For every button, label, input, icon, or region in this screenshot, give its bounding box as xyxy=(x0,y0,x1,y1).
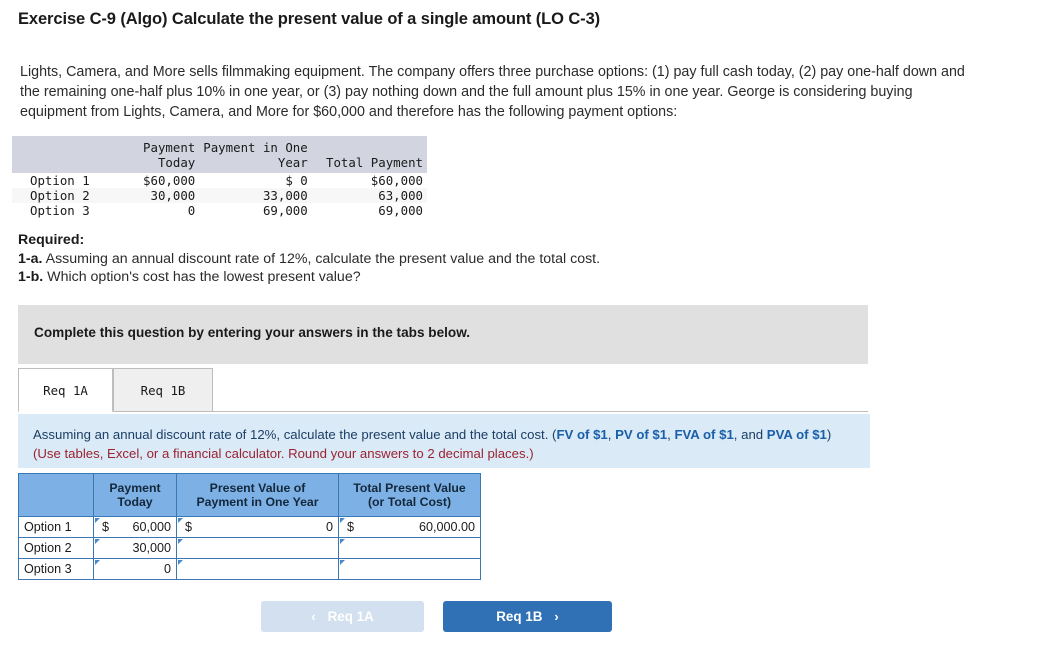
value-payment-today-1: 60,000 xyxy=(132,520,171,534)
table-row: Option 3 0 xyxy=(18,558,481,580)
answer-header-total-pv: Total Present Value (or Total Cost) xyxy=(338,473,481,517)
previous-requirement-label: Req 1A xyxy=(327,609,374,624)
currency-symbol-pv-one-year-1: $ xyxy=(185,520,193,534)
cell-total-payment-3: 69,000 xyxy=(378,203,423,218)
answer-header-corner xyxy=(18,473,94,517)
header-blank-1 xyxy=(12,136,118,155)
cell-payment-today-3: 0 xyxy=(187,203,196,218)
answer-header-payment-today: Payment Today xyxy=(93,473,177,517)
row-label-option-1: Option 1 xyxy=(30,173,90,188)
table-row: Option 1 $ 60,000 $ 0 $ 60,000.00 xyxy=(18,516,481,538)
cell-payment-one-year-2: 33,000 xyxy=(199,188,312,203)
answer-header-total-pv-line2: (or Total Cost) xyxy=(367,495,452,509)
answer-header-payment-today-line1: Payment xyxy=(109,481,161,495)
cell-total-payment-2: 63,000 xyxy=(311,188,427,203)
tab-req-1a[interactable]: Req 1A xyxy=(18,368,113,412)
table-header-row-2: Today Year Total Payment xyxy=(12,155,427,173)
header-total-payment-line1 xyxy=(311,136,427,155)
required-item-1b: 1-b. Which option's cost has the lowest … xyxy=(18,268,600,287)
page-title: Exercise C-9 (Algo) Calculate the presen… xyxy=(18,10,601,28)
required-item-1a: 1-a. Assuming an annual discount rate of… xyxy=(18,250,600,269)
cell-payment-one-year-3: 69,000 xyxy=(262,203,308,218)
prompt-lead-text: Assuming an annual discount rate of 12%,… xyxy=(33,427,557,442)
input-cell-payment-today-1[interactable]: $ 60,000 xyxy=(93,516,177,538)
answer-header-total-pv-line1: Total Present Value xyxy=(353,481,466,495)
value-pv-one-year-1: 0 xyxy=(325,520,333,534)
answer-table-header-row: Payment Today Present Value of Payment i… xyxy=(18,473,481,517)
previous-requirement-button[interactable]: ‹ Req 1A xyxy=(261,601,424,632)
answer-row-label-option-3: Option 3 xyxy=(18,558,94,580)
instruction-banner-text: Complete this question by entering your … xyxy=(34,325,471,340)
link-pv-of-1[interactable]: PV of $1 xyxy=(615,427,667,442)
question-prompt-panel: Assuming an annual discount rate of 12%,… xyxy=(18,414,870,468)
prompt-after-links: ) xyxy=(826,427,832,442)
chevron-left-icon: ‹ xyxy=(311,609,316,624)
value-payment-today-2: 30,000 xyxy=(132,541,171,555)
input-cell-pv-one-year-2[interactable] xyxy=(176,537,339,559)
required-section: Required: 1-a. Assuming an annual discou… xyxy=(18,231,600,287)
table-row: Option 2 30,000 33,000 63,000 xyxy=(12,188,427,203)
required-item-1a-tag: 1-a. xyxy=(18,250,43,267)
prompt-sep-3: , and xyxy=(733,427,767,442)
header-payment-one-year-line1: Payment in One xyxy=(199,136,312,155)
value-payment-today-3: 0 xyxy=(163,562,171,576)
link-pva-of-1[interactable]: PVA of $1 xyxy=(767,427,827,442)
required-item-1b-tag: 1-b. xyxy=(18,269,44,285)
header-payment-today-line2: Today xyxy=(117,155,200,173)
prompt-rounding-note: (Use tables, Excel, or a financial calcu… xyxy=(33,446,534,461)
link-fva-of-1[interactable]: FVA of $1 xyxy=(674,427,733,442)
answer-header-payment-today-line2: Today xyxy=(117,495,153,509)
currency-symbol-total-pv-1: $ xyxy=(347,520,355,534)
answer-row-label-option-2: Option 2 xyxy=(18,537,94,559)
input-cell-pv-one-year-3[interactable] xyxy=(176,558,339,580)
tab-req-1b-label: Req 1B xyxy=(140,382,186,398)
required-item-1b-text: Which option's cost has the lowest prese… xyxy=(43,269,361,285)
row-label-option-3: Option 3 xyxy=(30,203,90,218)
required-heading: Required: xyxy=(18,232,85,248)
input-cell-total-pv-3[interactable] xyxy=(338,558,481,580)
link-fv-of-1[interactable]: FV of $1 xyxy=(556,427,607,442)
input-cell-total-pv-2[interactable] xyxy=(338,537,481,559)
header-blank-2 xyxy=(12,155,118,173)
table-row: Option 2 30,000 xyxy=(18,537,481,559)
header-payment-one-year-line2: Year xyxy=(199,155,312,173)
header-total-payment-line2: Total Payment xyxy=(311,155,427,173)
table-row: Option 1 $60,000 $ 0 $60,000 xyxy=(12,173,427,188)
cell-payment-today-2: 30,000 xyxy=(117,188,200,203)
table-header-row-1: Payment Payment in One xyxy=(12,136,427,155)
tab-req-1b[interactable]: Req 1B xyxy=(113,368,213,412)
input-cell-total-pv-1[interactable]: $ 60,000.00 xyxy=(338,516,481,538)
input-cell-payment-today-2[interactable]: 30,000 xyxy=(93,537,177,559)
currency-symbol-payment-today-1: $ xyxy=(102,520,110,534)
answer-header-pv-one-year-line1: Present Value of xyxy=(209,481,306,495)
answer-header-pv-one-year-line2: Payment in One Year xyxy=(196,495,319,509)
prompt-sep-1: , xyxy=(607,427,616,442)
chevron-right-icon: › xyxy=(554,609,559,624)
next-requirement-button[interactable]: Req 1B › xyxy=(443,601,612,632)
cell-payment-today-1: $60,000 xyxy=(143,173,196,188)
answer-entry-table: Payment Today Present Value of Payment i… xyxy=(18,473,481,580)
input-cell-payment-today-3[interactable]: 0 xyxy=(93,558,177,580)
next-requirement-label: Req 1B xyxy=(496,609,543,624)
answer-header-pv-one-year: Present Value of Payment in One Year xyxy=(176,473,339,517)
payment-options-table: Payment Payment in One Today Year Total … xyxy=(12,136,427,218)
instruction-banner: Complete this question by entering your … xyxy=(18,305,868,364)
required-item-1a-text: Assuming an annual discount rate of 12%,… xyxy=(42,250,601,267)
exercise-intro-text: Lights, Camera, and More sells filmmakin… xyxy=(20,64,965,120)
answer-row-label-option-1: Option 1 xyxy=(18,516,94,538)
cell-payment-one-year-1: $ 0 xyxy=(285,173,308,188)
input-cell-pv-one-year-1[interactable]: $ 0 xyxy=(176,516,339,538)
table-row: Option 3 0 69,000 69,000 xyxy=(12,203,427,218)
question-prompt-text: Assuming an annual discount rate of 12%,… xyxy=(33,425,861,463)
tab-req-1a-label: Req 1A xyxy=(43,382,88,398)
value-total-pv-1: 60,000.00 xyxy=(418,520,475,534)
header-payment-today-line1: Payment xyxy=(117,136,200,155)
row-label-option-2: Option 2 xyxy=(12,188,118,203)
cell-total-payment-1: $60,000 xyxy=(370,173,423,188)
